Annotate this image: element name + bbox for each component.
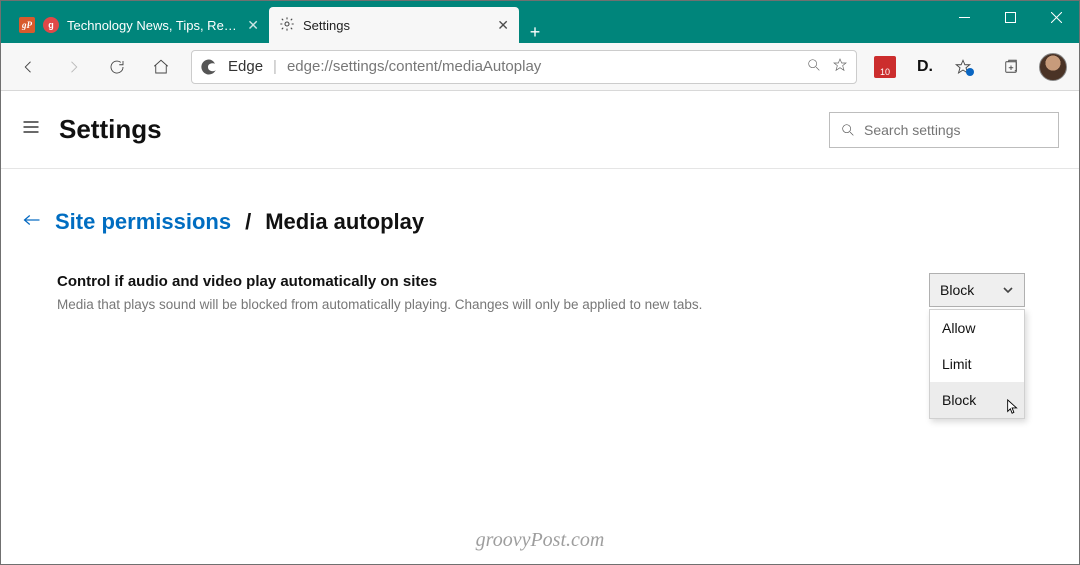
home-button[interactable] [141, 47, 181, 87]
close-window-button[interactable] [1033, 1, 1079, 33]
tab-strip: gP g Technology News, Tips, Reviews… ✕ S… [1, 1, 941, 43]
forward-button[interactable] [53, 47, 93, 87]
titlebar: gP g Technology News, Tips, Reviews… ✕ S… [1, 1, 1079, 43]
dropdown-button[interactable]: Block [929, 273, 1025, 307]
breadcrumb: Site permissions / Media autoplay [23, 209, 1025, 235]
maximize-button[interactable] [987, 1, 1033, 33]
address-scheme-label: Edge [228, 58, 263, 75]
new-tab-button[interactable]: + [519, 22, 551, 43]
collections-button[interactable] [991, 47, 1031, 87]
dropdown-option-allow[interactable]: Allow [930, 310, 1024, 346]
breadcrumb-parent-link[interactable]: Site permissions [55, 209, 231, 235]
favorites-button[interactable] [947, 47, 987, 87]
tab-active[interactable]: Settings ✕ [269, 7, 519, 43]
minimize-button[interactable] [941, 1, 987, 33]
browser-window: gP g Technology News, Tips, Reviews… ✕ S… [0, 0, 1080, 565]
edge-logo-icon [200, 58, 218, 76]
page-title: Settings [59, 114, 811, 145]
back-button[interactable] [9, 47, 49, 87]
settings-header: Settings [1, 91, 1079, 169]
profile-avatar[interactable] [1035, 49, 1071, 85]
browser-toolbar: Edge | edge://settings/content/mediaAuto… [1, 43, 1079, 91]
hamburger-menu-button[interactable] [21, 117, 41, 142]
breadcrumb-separator: / [245, 209, 251, 235]
zoom-icon[interactable] [806, 57, 822, 77]
favorite-icon[interactable] [832, 57, 848, 77]
setting-text: Control if audio and video play automati… [57, 273, 909, 315]
close-icon[interactable]: ✕ [497, 17, 509, 34]
search-input[interactable] [864, 122, 1048, 138]
dropdown-selected-label: Block [940, 282, 974, 298]
back-arrow-icon[interactable] [23, 212, 41, 233]
gear-icon [279, 16, 295, 35]
search-icon [840, 122, 856, 138]
close-icon[interactable]: ✕ [247, 17, 259, 34]
setting-title: Control if audio and video play automati… [57, 273, 909, 290]
extension-d-icon[interactable]: D. [907, 49, 943, 85]
favicon-gp-icon: gP [19, 17, 35, 33]
chevron-down-icon [1002, 284, 1014, 296]
cursor-icon [1006, 399, 1020, 418]
tab-title: Technology News, Tips, Reviews… [67, 18, 239, 33]
autoplay-dropdown: Block Allow Limit Block [929, 273, 1025, 307]
setting-description: Media that plays sound will be blocked f… [57, 296, 909, 315]
address-bar[interactable]: Edge | edge://settings/content/mediaAuto… [191, 50, 857, 84]
divider: | [273, 58, 277, 75]
tab-inactive[interactable]: gP g Technology News, Tips, Reviews… ✕ [9, 7, 269, 43]
dropdown-option-block[interactable]: Block [930, 382, 1024, 418]
window-controls [941, 1, 1079, 43]
favicon-g-icon: g [43, 17, 59, 33]
tab-title: Settings [303, 18, 489, 33]
breadcrumb-current: Media autoplay [265, 209, 424, 235]
watermark: groovyPost.com [1, 529, 1079, 552]
refresh-button[interactable] [97, 47, 137, 87]
extension-lastpass-icon[interactable]: 10 [867, 49, 903, 85]
address-url: edge://settings/content/mediaAutoplay [287, 58, 796, 75]
dropdown-menu: Allow Limit Block [929, 309, 1025, 419]
search-settings-box[interactable] [829, 112, 1059, 148]
dropdown-option-limit[interactable]: Limit [930, 346, 1024, 382]
setting-row: Control if audio and video play automati… [23, 273, 1025, 315]
settings-content: Site permissions / Media autoplay Contro… [1, 169, 1079, 315]
